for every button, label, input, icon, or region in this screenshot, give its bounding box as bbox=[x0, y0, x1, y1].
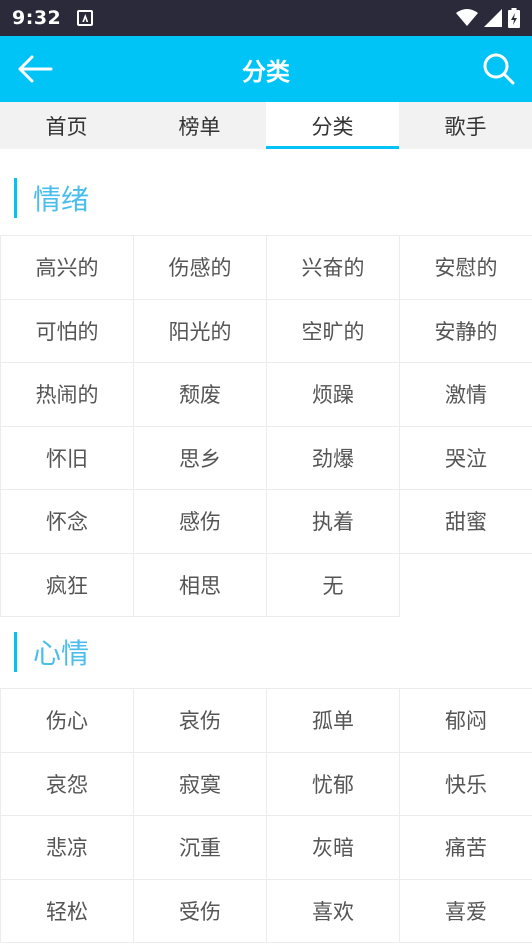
notification-icon bbox=[77, 10, 94, 26]
battery-icon bbox=[508, 8, 520, 28]
category-item[interactable]: 高兴的 bbox=[1, 236, 134, 300]
category-item[interactable]: 怀旧 bbox=[1, 426, 134, 490]
section-accent-bar bbox=[14, 632, 17, 672]
category-item[interactable]: 兴奋的 bbox=[267, 236, 400, 300]
category-item[interactable]: 烦躁 bbox=[267, 363, 400, 427]
category-item[interactable]: 安静的 bbox=[400, 299, 532, 363]
tab-singers[interactable]: 歌手 bbox=[399, 102, 532, 149]
category-item[interactable]: 安慰的 bbox=[400, 236, 532, 300]
category-item[interactable]: 阳光的 bbox=[134, 299, 267, 363]
category-grid-mood: 伤心 哀伤 孤单 郁闷哀怨 寂寞 忧郁 快乐悲凉 沉重 灰暗 痛苦轻松 受伤 喜欢 喜爱 bbox=[0, 688, 532, 943]
category-item[interactable]: 快乐 bbox=[400, 752, 532, 816]
tab-charts[interactable]: 榜单 bbox=[133, 102, 266, 149]
category-item[interactable]: 哭泣 bbox=[400, 426, 532, 490]
signal-icon bbox=[484, 9, 502, 27]
category-item[interactable]: 疯狂 bbox=[1, 553, 134, 617]
category-item[interactable]: 劲爆 bbox=[267, 426, 400, 490]
section-title: 情绪 bbox=[33, 183, 90, 216]
category-item[interactable]: 悲凉 bbox=[1, 816, 134, 880]
category-item[interactable]: 无 bbox=[267, 553, 400, 617]
tab-bar: 首页 榜单 分类 歌手 bbox=[0, 102, 532, 149]
category-item[interactable]: 沉重 bbox=[134, 816, 267, 880]
status-time: 9:32 bbox=[12, 7, 62, 29]
category-item[interactable]: 执着 bbox=[267, 490, 400, 554]
page-title: 分类 bbox=[242, 57, 290, 86]
category-item[interactable]: 哀伤 bbox=[134, 689, 267, 753]
category-item[interactable]: 相思 bbox=[134, 553, 267, 617]
section-header-mood: 心情 bbox=[14, 632, 89, 672]
category-item[interactable]: 激情 bbox=[400, 363, 532, 427]
category-item[interactable]: 伤心 bbox=[1, 689, 134, 753]
category-item[interactable]: 灰暗 bbox=[267, 816, 400, 880]
category-item[interactable]: 甜蜜 bbox=[400, 490, 532, 554]
category-item[interactable]: 颓废 bbox=[134, 363, 267, 427]
section-header-emotion: 情绪 bbox=[14, 178, 89, 218]
back-arrow-icon bbox=[18, 55, 53, 83]
section-accent-bar bbox=[14, 178, 17, 218]
wifi-icon bbox=[456, 9, 478, 26]
status-icons bbox=[456, 8, 520, 28]
category-item[interactable]: 喜欢 bbox=[267, 879, 400, 943]
tab-categories[interactable]: 分类 bbox=[266, 102, 399, 149]
category-item[interactable]: 喜爱 bbox=[400, 879, 532, 943]
category-item[interactable]: 轻松 bbox=[1, 879, 134, 943]
tab-home[interactable]: 首页 bbox=[0, 102, 133, 149]
category-item[interactable]: 感伤 bbox=[134, 490, 267, 554]
app-bar: 分类 bbox=[0, 36, 532, 102]
status-bar: 9:32 bbox=[0, 0, 532, 36]
category-item[interactable]: 空旷的 bbox=[267, 299, 400, 363]
category-item[interactable]: 寂寞 bbox=[134, 752, 267, 816]
category-item[interactable]: 哀怨 bbox=[1, 752, 134, 816]
category-item[interactable]: 郁闷 bbox=[400, 689, 532, 753]
category-item[interactable]: 忧郁 bbox=[267, 752, 400, 816]
category-item[interactable]: 伤感的 bbox=[134, 236, 267, 300]
category-item[interactable]: 热闹的 bbox=[1, 363, 134, 427]
category-item[interactable]: 可怕的 bbox=[1, 299, 134, 363]
category-item[interactable]: 怀念 bbox=[1, 490, 134, 554]
category-item[interactable]: 受伤 bbox=[134, 879, 267, 943]
category-item[interactable]: 思乡 bbox=[134, 426, 267, 490]
section-title: 心情 bbox=[33, 637, 90, 670]
search-button[interactable] bbox=[480, 50, 518, 88]
category-grid-emotion: 高兴的 伤感的 兴奋的 安慰的可怕的 阳光的 空旷的 安静的热闹的 颓废 烦躁 激情怀旧 思乡 劲爆哭… bbox=[0, 235, 532, 617]
search-icon bbox=[483, 53, 515, 85]
category-item[interactable]: 孤单 bbox=[267, 689, 400, 753]
category-item[interactable]: 痛苦 bbox=[400, 816, 532, 880]
back-button[interactable] bbox=[16, 51, 54, 87]
